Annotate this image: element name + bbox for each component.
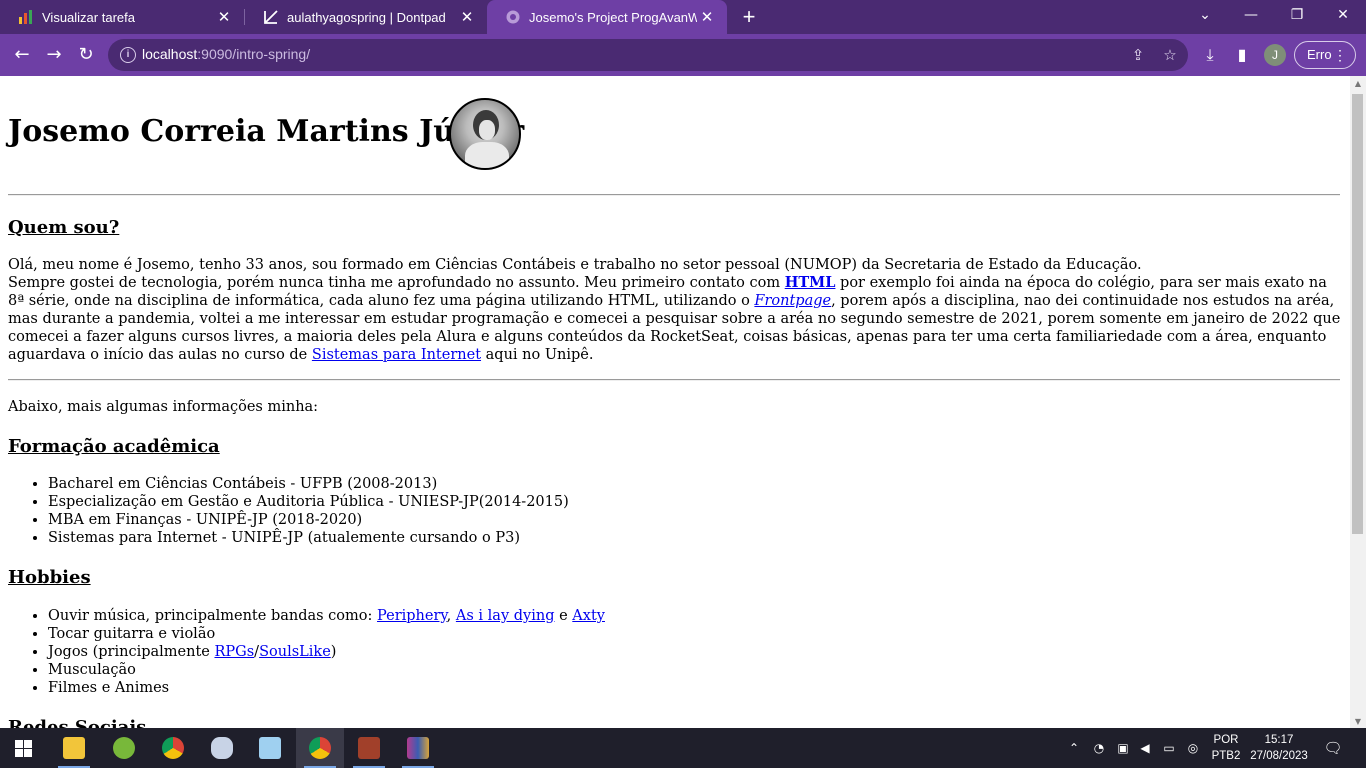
winrar-icon[interactable] (394, 728, 442, 768)
tab-title: Josemo's Project ProgAvanWeb (529, 9, 697, 25)
list-item: Jogos (principalmente RPGs/SoulsLike) (48, 643, 605, 661)
list-item: Especialização em Gestão e Auditoria Púb… (48, 493, 569, 511)
url-text[interactable]: localhost:9090/intro-spring/ (142, 46, 310, 62)
game-icon[interactable] (345, 728, 393, 768)
file-explorer-icon[interactable] (50, 728, 98, 768)
close-tab-icon[interactable]: ✕ (457, 8, 477, 26)
about-line: Olá, meu nome é Josemo, tenho 33 anos, s… (8, 257, 1142, 273)
list-item: Ouvir música, principalmente bandas como… (48, 607, 605, 625)
reload-button[interactable]: ↻ (72, 41, 100, 69)
language-indicator[interactable]: POR PTB2 (1206, 732, 1246, 764)
meet-now-icon[interactable]: ▣ (1114, 728, 1132, 768)
rpgs-link[interactable]: RPGs (214, 644, 254, 660)
windows-logo-icon (15, 740, 32, 757)
paint-icon[interactable] (198, 728, 246, 768)
profile-avatar[interactable]: J (1264, 44, 1286, 66)
error-menu-button[interactable]: Erro ⋮ (1294, 41, 1356, 69)
tab-strip: Visualizar tarefa ✕ aulathyagospring | D… (0, 0, 1366, 34)
axty-link[interactable]: Axty (572, 608, 605, 624)
tab-title: aulathyagospring | Dontpad (287, 9, 446, 25)
globe-icon (505, 9, 521, 25)
list-item: Sistemas para Internet - UNIPÊ-JP (atual… (48, 529, 569, 547)
battery-icon[interactable]: ▭ (1160, 728, 1178, 768)
start-button[interactable] (0, 728, 48, 768)
tab-title: Visualizar tarefa (42, 9, 135, 25)
tab-visualizar-tarefa[interactable]: Visualizar tarefa ✕ (0, 0, 244, 34)
windows-taskbar: ⌃ ◔ ▣ ◀ ▭ ◎ POR PTB2 15:17 27/08/2023 🗨 (0, 728, 1366, 768)
list-item: MBA em Finanças - UNIPÊ-JP (2018-2020) (48, 511, 569, 529)
about-paragraph: Olá, meu nome é Josemo, tenho 33 anos, s… (8, 256, 1341, 364)
download-icon[interactable]: ⤓ (1196, 41, 1224, 69)
forward-button[interactable]: → (40, 41, 68, 69)
html-link[interactable]: HTML (785, 274, 836, 291)
menu-dots-icon: ⋮ (1333, 47, 1347, 63)
scroll-down-icon[interactable]: ▼ (1353, 717, 1363, 726)
close-tab-icon[interactable]: ✕ (697, 8, 717, 26)
clock[interactable]: 15:17 27/08/2023 (1250, 732, 1308, 764)
restore-button[interactable]: ❐ (1274, 0, 1320, 30)
bookmark-star-icon[interactable]: ☆ (1160, 45, 1180, 65)
volume-icon[interactable]: ◀ (1136, 728, 1154, 768)
hobbies-list: Ouvir música, principalmente bandas como… (8, 607, 605, 697)
new-tab-button[interactable]: + (737, 5, 761, 29)
bar-chart-icon (18, 9, 34, 25)
sistemas-internet-link[interactable]: Sistemas para Internet (312, 347, 481, 363)
chrome-profile-icon[interactable] (296, 728, 344, 768)
page-scrollbar[interactable]: ▲ ▼ (1350, 76, 1366, 728)
list-item: Filmes e Animes (48, 679, 605, 697)
education-list: Bacharel em Ciências Contábeis - UFPB (2… (8, 475, 569, 547)
soulslike-link[interactable]: SoulsLike (259, 644, 331, 660)
divider (8, 379, 1340, 381)
close-window-button[interactable]: ✕ (1320, 0, 1366, 30)
dontpad-icon (263, 9, 279, 25)
about-line: comecei a fazer alguns cursos livres, a … (8, 329, 1327, 345)
about-line: aguardava o início das aulas no curso de… (8, 347, 594, 363)
list-item: Tocar guitarra e violão (48, 625, 605, 643)
social-heading: Redes Sociais (8, 717, 147, 728)
notepad-icon[interactable] (246, 728, 294, 768)
divider (8, 194, 1340, 196)
chrome-icon[interactable] (149, 728, 197, 768)
share-icon[interactable]: ⇪ (1128, 45, 1148, 65)
utorrent-icon[interactable] (100, 728, 148, 768)
scroll-up-icon[interactable]: ▲ (1353, 79, 1363, 88)
scrollbar-thumb[interactable] (1352, 94, 1363, 534)
tab-dontpad[interactable]: aulathyagospring | Dontpad ✕ (245, 0, 487, 34)
about-line: mas durante a pandemia, voltei a me inte… (8, 311, 1341, 327)
as-i-lay-dying-link[interactable]: As i lay dying (456, 608, 555, 624)
tab-search-icon[interactable]: ⌄ (1182, 0, 1228, 30)
frontpage-link[interactable]: Frontpage (754, 293, 831, 309)
site-info-icon[interactable]: i (120, 47, 136, 63)
hobbies-heading: Hobbies (8, 567, 91, 588)
education-heading: Formação acadêmica (8, 436, 220, 457)
page-title: Josemo Correia Martins Júnior (8, 114, 525, 149)
list-item: Musculação (48, 661, 605, 679)
periphery-link[interactable]: Periphery (377, 608, 447, 624)
browser-toolbar: ← → ↻ i localhost:9090/intro-spring/ ⇪ ☆… (0, 34, 1366, 76)
close-tab-icon[interactable]: ✕ (214, 8, 234, 26)
about-line: 8ª série, onde na disciplina de informát… (8, 293, 1335, 309)
tab-josemo-project[interactable]: Josemo's Project ProgAvanWeb ✕ (487, 0, 727, 34)
notifications-icon[interactable]: 🗨 (1322, 728, 1344, 768)
address-bar[interactable]: i localhost:9090/intro-spring/ ⇪ ☆ (108, 39, 1188, 71)
show-hidden-icons-icon[interactable]: ⌃ (1066, 728, 1082, 768)
minimize-button[interactable]: — (1228, 0, 1274, 30)
side-panel-icon[interactable]: ▮ (1228, 41, 1256, 69)
back-button[interactable]: ← (8, 41, 36, 69)
list-item: Bacharel em Ciências Contábeis - UFPB (2… (48, 475, 569, 493)
profile-photo (449, 98, 521, 170)
page-viewport: Josemo Correia Martins Júnior Quem sou? … (0, 76, 1350, 728)
network-icon[interactable]: ◔ (1090, 728, 1108, 768)
about-line: Sempre gostei de tecnologia, porém nunca… (8, 274, 1327, 291)
about-heading: Quem sou? (8, 217, 120, 238)
more-info-text: Abaixo, mais algumas informações minha: (8, 399, 319, 415)
camera-icon[interactable]: ◎ (1184, 728, 1202, 768)
